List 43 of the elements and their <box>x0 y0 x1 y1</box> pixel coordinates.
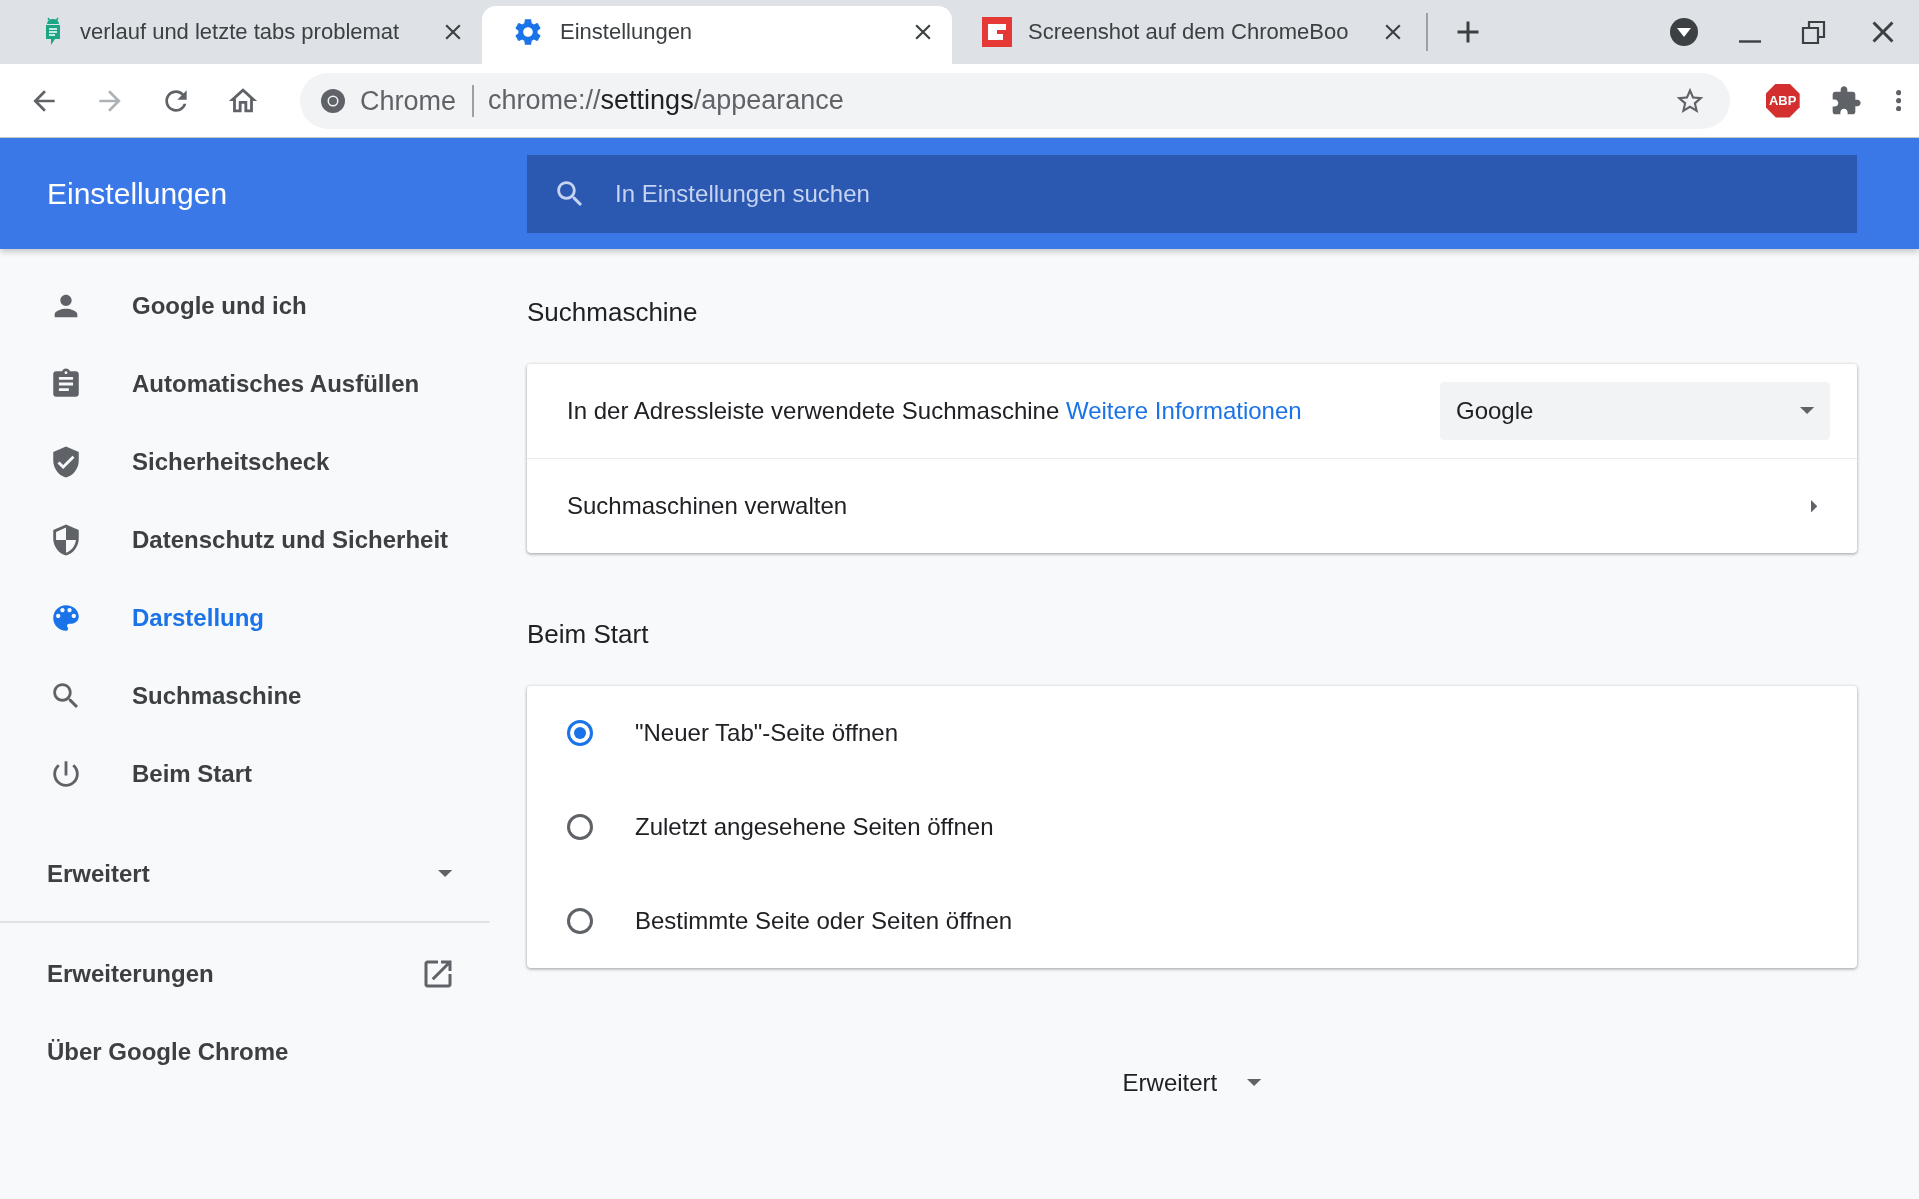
radio-option[interactable]: Zuletzt angesehene Seiten öffnen <box>527 780 1857 874</box>
browser-tab[interactable]: verlauf und letzte tabs problemat <box>12 6 482 64</box>
restore-icon <box>1801 19 1827 45</box>
caret-icon <box>1247 1079 1262 1087</box>
learn-more-link[interactable]: Weitere Informationen <box>1065 397 1302 424</box>
section-title: Suchmaschine <box>527 296 698 328</box>
menu-icon <box>1895 89 1901 112</box>
caret-icon <box>1799 407 1814 415</box>
browser-tab[interactable]: Screenshot auf dem ChromeBoo <box>952 6 1422 64</box>
sidebar-link[interactable]: Über Google Chrome <box>0 1013 490 1091</box>
sidebar-item[interactable]: Google und ich <box>0 267 490 345</box>
setting-label: In der Adressleiste verwendete Suchmaschine Weitere Informationen <box>567 397 1302 425</box>
chevron-icon <box>1810 499 1817 513</box>
search-input[interactable]: In Einstellungen suchen <box>613 178 1857 209</box>
sidebar-item[interactable]: Suchmaschine <box>0 657 490 735</box>
submenu-row[interactable]: Suchmaschinen verwalten <box>527 458 1857 553</box>
sidebar-link[interactable]: Erweiterungen <box>0 935 490 1013</box>
search-engine-dropdown[interactable]: Google <box>1440 382 1830 440</box>
sidebar-item[interactable]: Datenschutz und Sicherheit <box>0 501 490 579</box>
radio-option[interactable]: "Neuer Tab"-Seite öffnen <box>527 686 1857 780</box>
section-title: Beim Start <box>527 618 649 650</box>
advanced-toggle[interactable]: Erweitert <box>0 827 490 905</box>
chrome-logo-icon <box>320 87 346 114</box>
extension-button[interactable]: ABP <box>1765 83 1800 118</box>
radio-option[interactable]: Bestimmte Seite oder Seiten öffnen <box>527 874 1857 968</box>
caret-circle-icon <box>1669 17 1699 47</box>
page-title: Einstellungen <box>46 176 229 211</box>
sidebar-item[interactable]: Beim Start <box>0 735 490 813</box>
sidebar-item[interactable]: Sicherheitscheck <box>0 423 490 501</box>
app-icon <box>982 17 1012 47</box>
caret-icon <box>437 870 452 878</box>
minimize-icon <box>1737 39 1763 43</box>
radio-button[interactable] <box>567 908 593 934</box>
sidebar-item[interactable]: Automatisches Ausfüllen <box>0 345 490 423</box>
radio-button[interactable] <box>567 814 593 840</box>
browser-tab[interactable]: Einstellungen <box>482 6 952 64</box>
search-field[interactable]: In Einstellungen suchen <box>527 154 1857 233</box>
sidebar-item[interactable]: Darstellung <box>0 579 490 657</box>
url-text: chrome://settings/appearance <box>488 85 845 116</box>
advanced-button[interactable]: Erweitert <box>1116 1068 1268 1098</box>
radio-button[interactable] <box>567 720 593 746</box>
site-label: Chrome <box>360 84 475 117</box>
address-bar[interactable]: Chrome chrome://settings/appearance <box>300 72 1730 129</box>
